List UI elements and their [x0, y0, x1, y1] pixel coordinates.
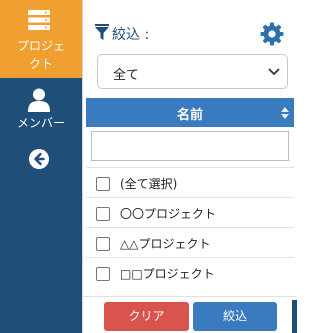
name-search-input[interactable] — [91, 131, 289, 161]
filter-icon — [95, 24, 109, 40]
panel-footer: クリア 絞込 — [83, 296, 297, 333]
column-header-label: 名前 — [176, 108, 203, 123]
gear-icon[interactable] — [260, 22, 284, 46]
apply-filter-button[interactable]: 絞込 — [193, 302, 277, 331]
checkbox[interactable] — [96, 237, 110, 251]
checkbox[interactable] — [96, 267, 110, 281]
list-item[interactable]: 〇〇プロジェクト — [86, 197, 294, 227]
column-header-name[interactable]: 名前 — [86, 98, 294, 127]
nav-project-label: プロジェ クト — [0, 37, 82, 73]
clear-button[interactable]: クリア — [104, 302, 189, 331]
checkbox[interactable] — [96, 177, 110, 191]
nav-item-member[interactable]: メンバー — [0, 86, 82, 136]
nav-member-label: メンバー — [16, 116, 65, 130]
filter-panel: 絞込 : 全て 名前 (全て選択) 〇〇プロジェクト △△プロジェクト □□プロ… — [82, 0, 297, 333]
user-icon — [28, 88, 50, 112]
filter-select[interactable]: 全て — [97, 54, 288, 89]
sort-icon — [281, 107, 289, 119]
list-item-label: 〇〇プロジェクト — [120, 207, 217, 221]
chevron-down-icon — [268, 68, 280, 76]
list-item-label: □□プロジェクト — [120, 267, 215, 281]
server-stack-icon — [28, 10, 50, 30]
list-item[interactable]: □□プロジェクト — [86, 257, 294, 287]
list-item-label: △△プロジェクト — [120, 237, 211, 251]
back-arrow-icon[interactable] — [28, 148, 50, 170]
nav-project-label-line2: クト — [28, 57, 53, 71]
checkbox[interactable] — [96, 207, 110, 221]
list-item-select-all[interactable]: (全て選択) — [86, 167, 294, 197]
sidebar: プロジェ クト メンバー — [0, 0, 82, 333]
list-item[interactable]: △△プロジェクト — [86, 227, 294, 257]
list-item-label: (全て選択) — [120, 177, 178, 191]
panel-edge — [292, 300, 297, 333]
project-list: (全て選択) 〇〇プロジェクト △△プロジェクト □□プロジェクト — [86, 167, 294, 287]
filter-label: 絞込 : — [112, 27, 150, 43]
nav-item-project[interactable]: プロジェ クト — [0, 0, 82, 78]
nav-project-label-line1: プロジェ — [16, 39, 65, 53]
filter-select-value: 全て — [113, 68, 140, 83]
